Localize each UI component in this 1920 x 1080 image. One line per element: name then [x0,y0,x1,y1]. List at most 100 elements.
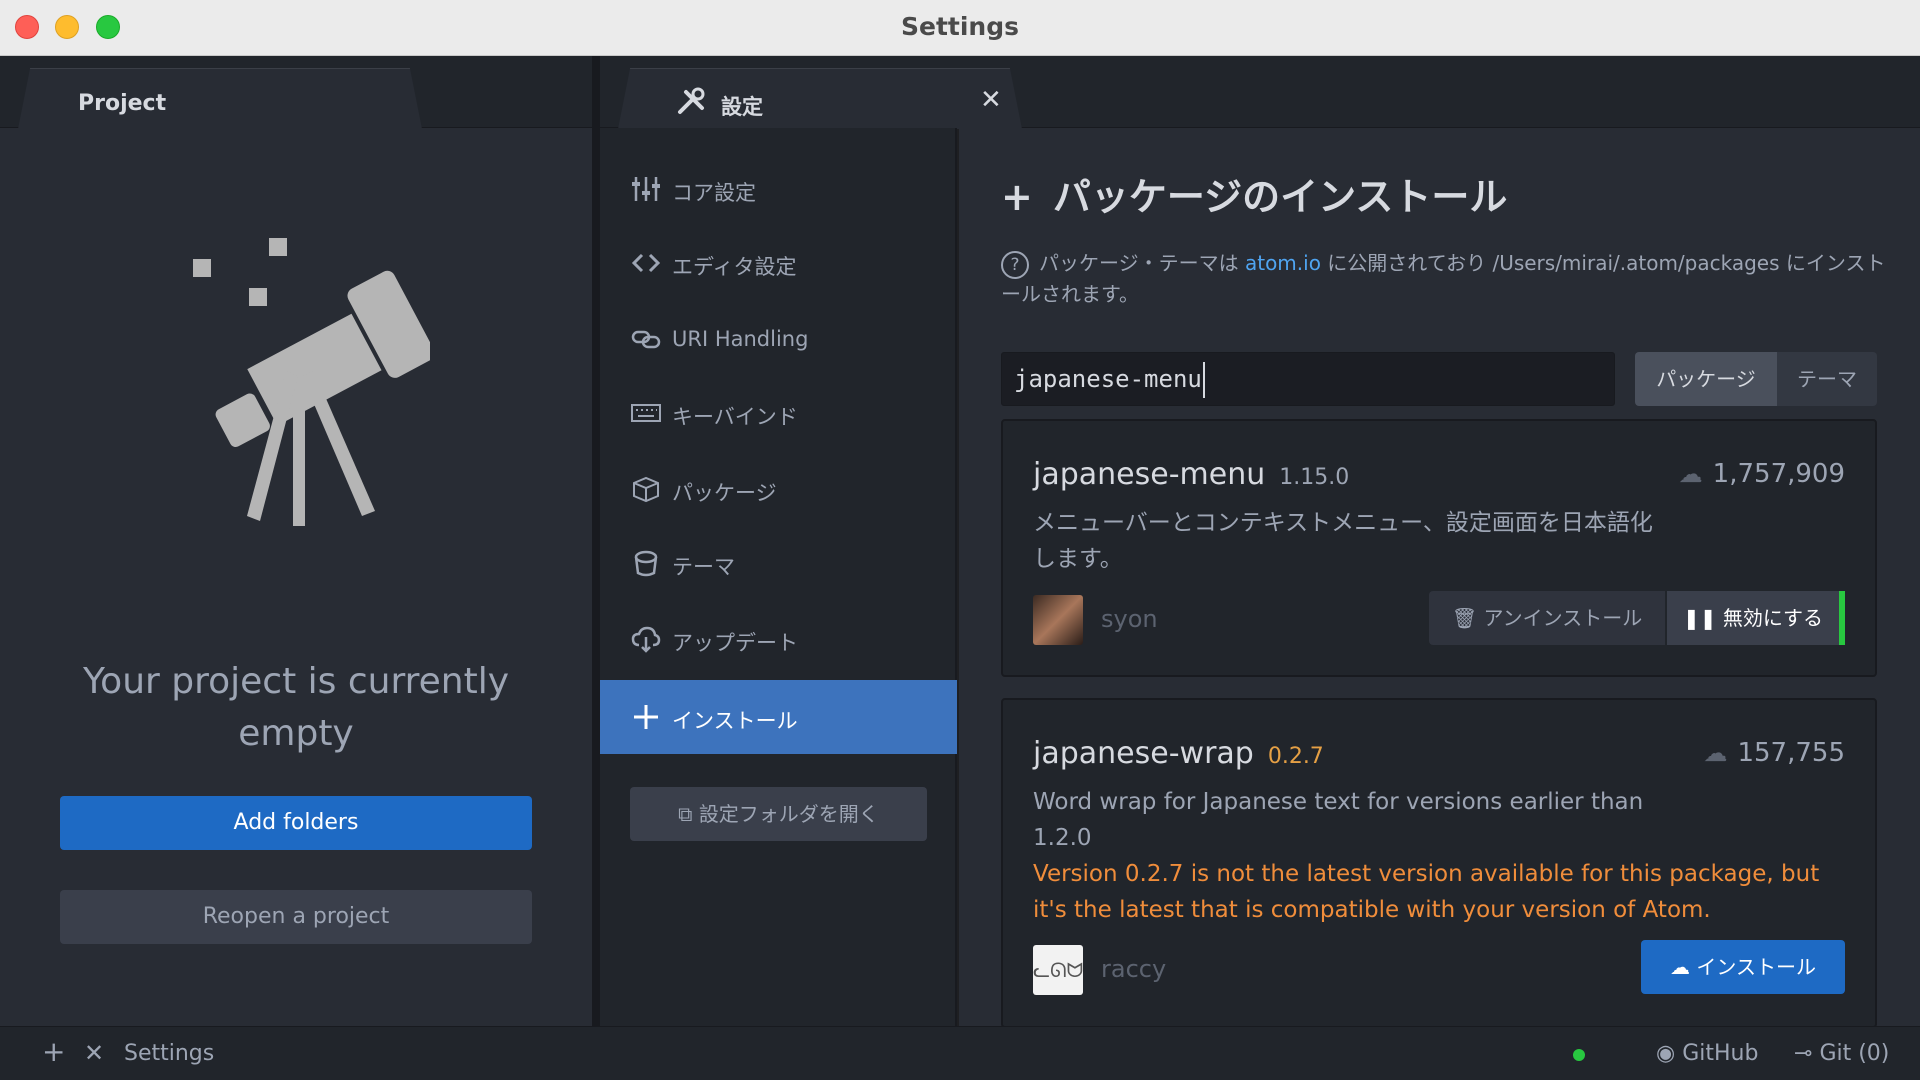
tools-icon [678,87,705,114]
add-icon[interactable]: + [42,1035,65,1068]
sliders-icon [632,177,660,201]
settings-nav: コア設定 エディタ設定 URI Handling キーバインド パッケージ テー… [600,128,957,1026]
cloud-download-icon: ☁ [1703,739,1728,767]
nav-item-install[interactable]: インストール [600,680,957,754]
install-button[interactable]: ☁ インストール [1641,940,1845,994]
git-button[interactable]: ⊸ Git (0) [1794,1041,1889,1066]
project-panel: Project Your project is currently empty … [0,56,592,1026]
install-label: インストール [1696,955,1816,979]
empty-project-message: Your project is currently empty [82,661,510,754]
github-button[interactable]: ◉ GitHub [1656,1041,1758,1066]
close-tab-icon[interactable]: ✕ [980,85,1002,115]
package-card[interactable]: japanese-wrap 0.2.7 ☁ 157,755 Word wrap fo… [1001,698,1877,1026]
compatibility-warning: Version 0.2.7 is not the latest version … [1033,861,1820,923]
nav-item-editor[interactable]: エディタ設定 [600,226,957,300]
settings-tab-label: 設定 [721,95,763,119]
cloud-download-icon: ☁ [1670,955,1697,979]
packages-toggle-button[interactable]: パッケージ [1635,352,1777,406]
download-count-value: 1,757,909 [1712,459,1845,489]
install-panel: + パッケージのインストール ? パッケージ・テーマは atom.io に公開されて… [959,128,1920,1026]
nav-item-core[interactable]: コア設定 [600,152,957,226]
uninstall-label: アンインストール [1483,606,1643,630]
status-indicator [1573,1049,1585,1061]
git-label: Git (0) [1819,1041,1890,1066]
nav-item-label: テーマ [672,555,735,579]
install-info-text: ? パッケージ・テーマは atom.io に公開されており /Users/mira… [1001,248,1891,309]
nav-item-label: コア設定 [672,181,756,205]
project-tab[interactable]: Project [18,68,422,129]
link-external-icon: ⧉ [678,802,699,826]
nav-item-label: キーバインド [672,405,798,429]
settings-tab-bar: 設定 ✕ [600,56,1920,129]
nav-item-keybindings[interactable]: キーバインド [600,376,957,450]
status-bar: + ✕ Settings ◉ GitHub ⊸ Git (0) [0,1026,1920,1080]
keyboard-icon [631,404,661,422]
download-count-value: 157,755 [1737,738,1845,768]
package-description-block: Word wrap for Japanese text for versions… [1033,784,1833,928]
uninstall-button[interactable]: 🗑 アンインストール [1429,591,1665,645]
author-name[interactable]: raccy [1101,955,1166,983]
package-version: 1.15.0 [1279,465,1350,490]
add-folders-button[interactable]: Add folders [60,796,532,850]
pause-icon: ❚❚ [1682,606,1723,630]
info-prefix: パッケージ・テーマは [1039,251,1239,275]
author-name[interactable]: syon [1101,605,1158,633]
disable-button[interactable]: ❚❚ 無効にする [1667,591,1839,645]
text-caret [1202,362,1205,398]
plus-icon [634,705,658,729]
plus-icon: + [1001,175,1033,219]
panel-divider[interactable] [592,56,600,1026]
open-config-folder-button[interactable]: ⧉ 設定フォルダを開く [630,787,927,841]
nav-item-label: URI Handling [672,327,809,351]
package-version: 0.2.7 [1267,744,1324,769]
project-tab-label: Project [78,91,167,116]
nav-item-packages[interactable]: パッケージ [600,452,957,526]
section-title-text: パッケージのインストール [1052,175,1508,219]
package-name-row: japanese-menu 1.15.0 [1033,457,1349,492]
package-name[interactable]: japanese-menu [1033,457,1265,492]
nav-item-uri-handling[interactable]: URI Handling [600,302,957,376]
link-icon [631,330,661,349]
themes-toggle-button[interactable]: テーマ [1777,352,1877,406]
github-label: GitHub [1682,1041,1759,1066]
disable-label: 無効にする [1722,606,1824,630]
code-icon [631,253,661,273]
package-icon [633,476,659,503]
package-search-input[interactable]: japanese-menu [1001,352,1615,406]
status-bar-label[interactable]: Settings [124,1041,214,1066]
package-name-row: japanese-wrap 0.2.7 [1033,736,1324,771]
download-count: ☁ 157,755 [1703,738,1845,768]
cloud-download-icon [631,626,661,653]
package-card[interactable]: japanese-menu 1.15.0 ☁ 1,757,909 メニューバーとコン… [1001,419,1877,677]
package-name[interactable]: japanese-wrap [1033,736,1254,771]
author-avatar[interactable]: ᓚᘏᗢ [1033,945,1083,995]
window-title: Settings [900,12,1019,41]
question-icon: ? [1001,250,1029,279]
nav-item-label: エディタ設定 [672,255,797,279]
nav-item-updates[interactable]: アップデート [600,602,957,676]
nav-item-label: パッケージ [672,481,777,505]
package-description: Word wrap for Japanese text for versions… [1033,789,1644,851]
author-avatar[interactable] [1033,595,1083,645]
search-input-value: japanese-menu [1014,365,1202,393]
paintcan-icon [634,550,658,577]
open-config-folder-label: 設定フォルダを開く [698,802,879,826]
git-commit-icon: ⊸ [1794,1041,1820,1066]
title-bar: Settings [0,0,1920,56]
nav-item-themes[interactable]: テーマ [600,526,957,600]
project-tab-bar: Project [0,56,592,129]
close-icon[interactable]: ✕ [84,1039,104,1067]
telescope-icon [193,238,430,526]
reopen-project-button[interactable]: Reopen a project [60,890,532,944]
cloud-download-icon: ☁ [1678,460,1703,488]
atom-io-link[interactable]: atom.io [1245,251,1321,275]
trash-icon: 🗑 [1451,606,1484,630]
section-title: + パッケージのインストール [1001,166,1507,221]
settings-tab[interactable]: 設定 ✕ [618,68,1022,129]
package-actions: 🗑 アンインストール ❚❚ 無効にする [1425,591,1845,645]
package-description: メニューバーとコンテキストメニュー、設定画面を日本語化します。 [1033,510,1653,572]
nav-item-label: インストール [672,709,798,733]
github-icon: ◉ [1656,1041,1683,1066]
nav-item-label: アップデート [672,631,798,655]
enabled-indicator [1839,591,1845,645]
